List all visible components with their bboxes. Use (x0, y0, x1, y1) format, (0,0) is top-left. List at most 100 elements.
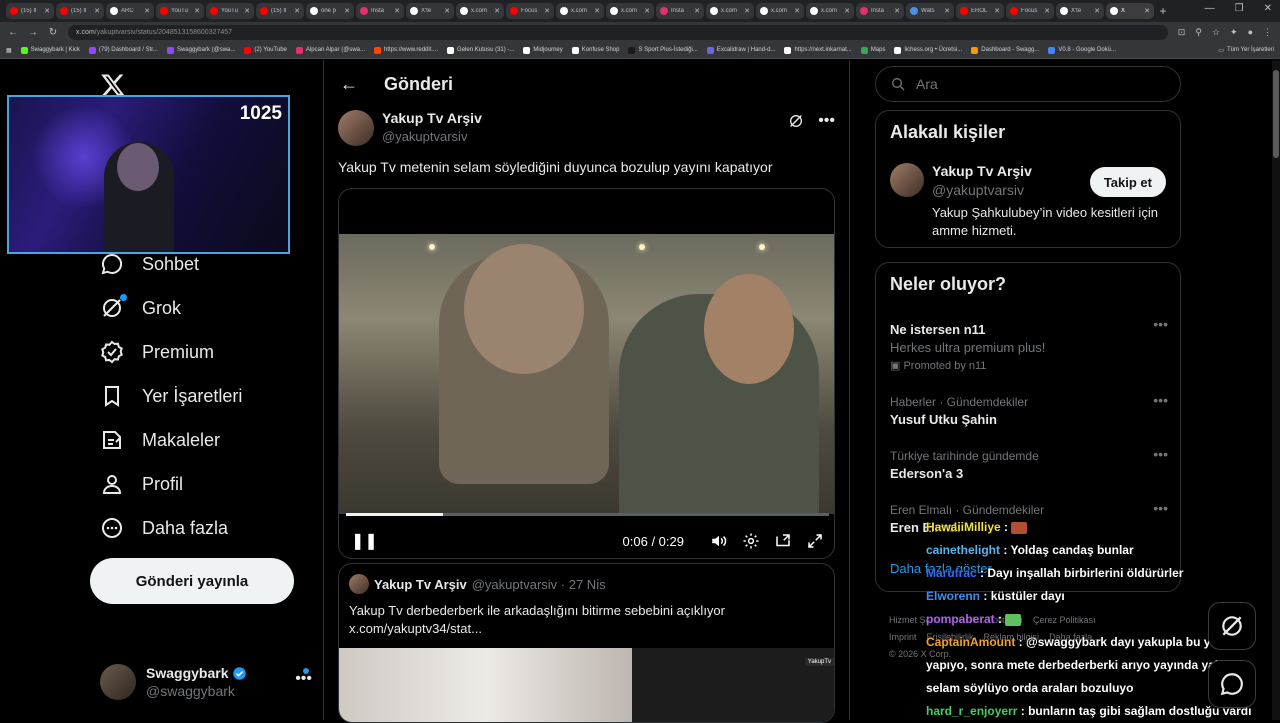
nav-more[interactable]: Daha fazla (100, 516, 228, 540)
page-scrollbar[interactable] (1272, 60, 1280, 720)
bookmark-item[interactable]: Maps (860, 46, 885, 54)
minimize-icon[interactable]: — (1205, 3, 1215, 14)
video-progress-bar[interactable] (346, 513, 829, 516)
quote-link[interactable]: x.com/yakuptv34/stat... (349, 620, 819, 638)
nav-grok[interactable]: Grok (100, 294, 181, 320)
browser-tab[interactable]: x.com ✕ (456, 3, 504, 19)
bookmark-item[interactable]: Swaggybark (@swa... (166, 46, 235, 54)
close-window-icon[interactable]: ✕ (1264, 3, 1272, 14)
tab-close-icon[interactable]: ✕ (394, 7, 400, 15)
nav-profile[interactable]: Profil (100, 472, 183, 496)
star-icon[interactable]: ☆ (1212, 27, 1220, 38)
more-dots-icon[interactable]: ••• (1153, 500, 1168, 516)
browser-tab[interactable]: EROL ✕ (956, 3, 1004, 19)
browser-tab[interactable]: x.com ✕ (556, 3, 604, 19)
picture-in-picture-icon[interactable] (774, 532, 792, 550)
related-user-name[interactable]: Yakup Tv Arşiv (932, 163, 1032, 179)
browser-tab[interactable]: x.com ✕ (806, 3, 854, 19)
follow-button[interactable]: Takip et (1089, 167, 1166, 197)
nav-articles[interactable]: Makaleler (100, 428, 220, 452)
bookmark-item[interactable]: lichess.org • Ücretsi... (894, 46, 962, 54)
url-field[interactable]: x.com/yakuptvarsiv/status/20485131586003… (68, 24, 1168, 40)
post-button[interactable]: Gönderi yayınla (90, 558, 294, 604)
back-icon[interactable]: ← (8, 27, 18, 38)
tab-close-icon[interactable]: ✕ (494, 7, 500, 15)
tab-close-icon[interactable]: ✕ (894, 7, 900, 15)
trend-item[interactable]: Haberler · Gündemdekiler Yusuf Utku Şahi… (890, 392, 1168, 427)
video-player[interactable]: ❚❚ 0:06 / 0:29 (338, 188, 835, 559)
nav-chat[interactable]: Sohbet (100, 252, 199, 276)
settings-gear-icon[interactable] (742, 532, 760, 550)
browser-tab[interactable]: x.com ✕ (606, 3, 654, 19)
browser-tab[interactable]: Focus ✕ (506, 3, 554, 19)
tab-close-icon[interactable]: ✕ (544, 7, 550, 15)
browser-tab[interactable]: Focus ✕ (1006, 3, 1054, 19)
browser-tab[interactable]: one p ✕ (306, 3, 354, 19)
messages-button[interactable] (1208, 660, 1256, 708)
tab-close-icon[interactable]: ✕ (144, 7, 150, 15)
browser-tab[interactable]: YouTu ✕ (206, 3, 254, 19)
tab-close-icon[interactable]: ✕ (644, 7, 650, 15)
bookmark-item[interactable]: https://next.inkarnat... (784, 46, 852, 54)
author-handle[interactable]: @yakuptvarsiv (382, 129, 482, 144)
browser-tab[interactable]: Insta ✕ (856, 3, 904, 19)
more-dots-icon[interactable]: ••• (818, 112, 835, 130)
tab-close-icon[interactable]: ✕ (694, 7, 700, 15)
browser-tab[interactable]: x.com ✕ (756, 3, 804, 19)
zoom-icon[interactable]: ⚲ (1195, 27, 1202, 38)
author-name[interactable]: Yakup Tv Arşiv (382, 110, 482, 126)
browser-tab[interactable]: Wats ✕ (906, 3, 954, 19)
all-bookmarks[interactable]: ▭ Tüm Yer İşaretleri (1218, 47, 1274, 54)
back-arrow-icon[interactable]: ← (340, 74, 358, 95)
forward-icon[interactable]: → (28, 27, 38, 38)
reload-icon[interactable]: ↻ (48, 27, 58, 38)
quoted-tweet[interactable]: Yakup Tv Arşiv @yakuptvarsiv · 27 Nis Ya… (338, 563, 835, 723)
tab-close-icon[interactable]: ✕ (444, 7, 450, 15)
pause-icon[interactable]: ❚❚ (351, 531, 378, 551)
bookmark-item[interactable]: V0.8 - Google Dokü... (1048, 46, 1116, 54)
quote-media[interactable]: YakupTv (339, 648, 834, 722)
tab-close-icon[interactable]: ✕ (1044, 7, 1050, 15)
tab-close-icon[interactable]: ✕ (994, 7, 1000, 15)
tab-close-icon[interactable]: ✕ (294, 7, 300, 15)
grok-button[interactable] (1208, 602, 1256, 650)
bookmark-item[interactable]: Swaggybark | Kick (20, 46, 80, 54)
install-icon[interactable]: ⊡ (1178, 27, 1186, 38)
video-frame[interactable] (339, 234, 834, 514)
account-switcher[interactable]: Swaggybark @swaggybark ••• (100, 662, 312, 702)
browser-tab[interactable]: X'te ✕ (406, 3, 454, 19)
nav-premium[interactable]: Premium (100, 340, 214, 364)
scrollbar-thumb[interactable] (1273, 70, 1279, 158)
tab-close-icon[interactable]: ✕ (744, 7, 750, 15)
bookmark-item[interactable]: S Sport Plus-İstediği... (628, 46, 698, 54)
browser-tab[interactable]: (15) Il ✕ (56, 3, 104, 19)
tab-close-icon[interactable]: ✕ (944, 7, 950, 15)
trend-item[interactable]: Türkiye tarihinde gündemde Ederson'a 3 •… (890, 446, 1168, 481)
more-dots-icon[interactable]: ••• (1153, 446, 1168, 462)
browser-tab[interactable]: Insta ✕ (356, 3, 404, 19)
bookmark-item[interactable]: Excalidraw | Hand-d... (706, 46, 775, 54)
tab-close-icon[interactable]: ✕ (94, 7, 100, 15)
related-user[interactable]: Yakup Tv Arşiv @yakuptvarsiv (890, 163, 1032, 198)
browser-tab[interactable]: ARC ✕ (106, 3, 154, 19)
bookmark-item[interactable]: Midjourney (523, 46, 563, 54)
browser-tab[interactable]: (15) Il ✕ (6, 3, 54, 19)
tab-close-icon[interactable]: ✕ (594, 7, 600, 15)
tab-close-icon[interactable]: ✕ (1094, 7, 1100, 15)
tab-close-icon[interactable]: ✕ (194, 7, 200, 15)
bookmark-item[interactable]: Gelen Kutusu (31) -... (447, 46, 514, 54)
bookmark-item[interactable]: https://www.reddit.... (374, 46, 438, 54)
browser-tab[interactable]: X ✕ (1106, 3, 1154, 19)
bookmark-item[interactable]: Alpcan Alpar (@swa... (295, 46, 365, 54)
nav-bookmarks[interactable]: Yer İşaretleri (100, 384, 242, 408)
tweet-author[interactable]: Yakup Tv Arşiv @yakuptvarsiv (338, 110, 482, 146)
browser-tab[interactable]: X'te ✕ (1056, 3, 1104, 19)
bookmark-item[interactable]: Konfuse Shop (571, 46, 619, 54)
more-dots-icon[interactable]: ••• (1153, 316, 1168, 332)
profile-icon[interactable]: ● (1248, 27, 1253, 38)
apps-icon[interactable]: ▦ (6, 47, 12, 54)
trend-item[interactable]: Ne istersen n11 Herkes ultra premium plu… (890, 316, 1168, 372)
fullscreen-icon[interactable] (806, 532, 824, 550)
new-tab-icon[interactable]: + (1156, 4, 1170, 18)
avatar[interactable] (890, 163, 924, 197)
